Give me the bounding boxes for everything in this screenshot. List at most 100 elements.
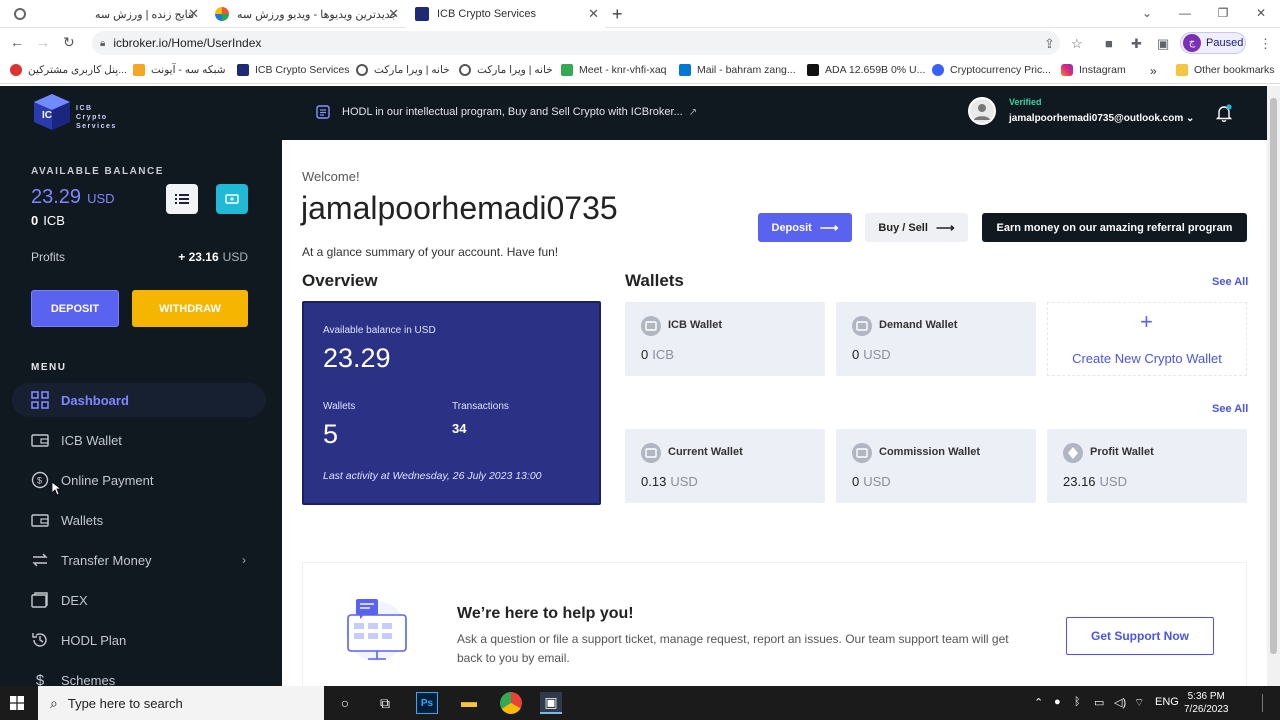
list-view-button[interactable] xyxy=(166,184,198,214)
deposit-button[interactable]: Deposit ⟶ xyxy=(758,213,852,242)
user-avatar[interactable] xyxy=(968,97,996,125)
wallet-view-button[interactable] xyxy=(216,184,248,214)
sidebar-item-hodl-plan[interactable]: HODL Plan xyxy=(12,623,266,657)
page-title: jamalpoorhemadi0735 xyxy=(301,190,618,226)
wallet-card-icb[interactable]: ICB Wallet 0 ICB xyxy=(625,302,825,376)
bookmark-item[interactable]: خانه | ویرا مارکت xyxy=(356,64,450,76)
sidebar-item-dashboard[interactable]: Dashboard xyxy=(12,383,266,417)
sidebar-item-wallets[interactable]: Wallets xyxy=(12,503,266,537)
wallet-name: Profit Wallet xyxy=(1090,446,1154,458)
bookmark-item[interactable]: ADA 12.659B 0% U... xyxy=(807,64,925,76)
microphone-icon[interactable]: ● xyxy=(1054,696,1061,708)
maximize-icon[interactable]: ❐ xyxy=(1204,0,1242,28)
tab-search-icon[interactable]: ⌄ xyxy=(1128,0,1166,28)
bluetooth-icon[interactable]: ᛒ xyxy=(1074,696,1081,708)
wallet-card-current[interactable]: Current Wallet 0.13 USD xyxy=(625,429,825,503)
back-icon[interactable]: ← xyxy=(10,34,24,50)
close-tab-icon[interactable]: ✕ xyxy=(388,6,399,22)
url-text: icbroker.io/Home/UserIndex xyxy=(113,36,262,50)
new-tab-button[interactable]: + xyxy=(612,0,632,28)
network-icon[interactable]: ⌔ xyxy=(1134,696,1144,710)
tray-chevron-up-icon[interactable]: ⌃ xyxy=(1034,696,1043,709)
show-desktop-button[interactable] xyxy=(1262,694,1272,712)
notice-banner[interactable]: HODL in our intellectual program, Buy an… xyxy=(316,105,697,119)
transfer-arrows-icon xyxy=(31,551,49,569)
other-bookmarks[interactable]: Other bookmarks xyxy=(1176,64,1275,76)
battery-icon[interactable]: ▭ xyxy=(1094,696,1104,709)
wallet-name: Commission Wallet xyxy=(879,446,981,458)
photoshop-icon[interactable]: Ps xyxy=(416,692,438,714)
taskbar-search-box[interactable]: ⌕ Type here to search xyxy=(38,686,324,720)
bookmark-item[interactable]: خانه | ویرا مارکت xyxy=(459,64,553,76)
browser-tab-3[interactable]: ICB Crypto Services ✕ xyxy=(405,0,605,28)
page-scrollbar[interactable] xyxy=(1267,86,1280,686)
scrollbar-thumb[interactable] xyxy=(1270,98,1277,654)
browser-tab-1[interactable]: نتایج زنده | ورزش سه ✕ xyxy=(0,0,205,28)
volume-icon[interactable]: ◁) xyxy=(1114,696,1126,709)
bookmark-item[interactable]: Mail - bahram zang... xyxy=(679,64,796,76)
icb-logo[interactable]: IC ICB Crypto Services xyxy=(30,94,140,142)
welcome-text: Welcome! xyxy=(302,169,360,184)
reload-icon[interactable]: ↻ xyxy=(63,34,75,51)
browser-tab-title: جدیدترین ویدیوها - ویدیو ورزش سه xyxy=(237,8,398,21)
browser-menu-icon[interactable]: ⋮ xyxy=(1259,36,1272,52)
wallet-balance-value: 0 xyxy=(641,347,649,362)
extension-icon[interactable]: ■ xyxy=(1105,36,1113,51)
chrome-icon[interactable] xyxy=(500,692,522,714)
more-bookmarks-icon[interactable]: » xyxy=(1150,64,1157,78)
bookmark-favicon-icon xyxy=(237,64,249,76)
bookmark-item[interactable]: شبکه سه - آیونت xyxy=(133,64,226,76)
task-view-icon[interactable]: ⧉ xyxy=(374,692,396,714)
referral-button[interactable]: Earn money on our amazing referral progr… xyxy=(982,213,1247,242)
plus-icon: + xyxy=(1140,309,1153,334)
sidebar-withdraw-button[interactable]: WITHDRAW xyxy=(132,290,248,327)
get-support-button[interactable]: Get Support Now xyxy=(1066,617,1214,655)
support-title: We’re here to help you! xyxy=(457,605,634,622)
sidebar-item-transfer-money[interactable]: Transfer Money › xyxy=(12,543,266,577)
wallet-card-demand[interactable]: Demand Wallet 0 USD xyxy=(836,302,1036,376)
language-indicator[interactable]: ENG xyxy=(1155,696,1179,708)
wallet-card-profit[interactable]: Profit Wallet 23.16 USD xyxy=(1047,429,1247,503)
wallet-icon xyxy=(31,431,49,449)
cortana-icon[interactable]: ○ xyxy=(334,692,356,714)
close-window-icon[interactable]: ✕ xyxy=(1242,0,1280,28)
active-app-icon[interactable]: ▣ xyxy=(540,692,562,714)
forward-icon[interactable]: → xyxy=(36,34,50,50)
bookmark-star-icon[interactable]: ☆ xyxy=(1071,36,1083,52)
bookmark-item[interactable]: Instagram xyxy=(1061,64,1126,76)
wallet-card-commission[interactable]: Commission Wallet 0 USD xyxy=(836,429,1036,503)
side-panel-icon[interactable]: ▣ xyxy=(1157,36,1169,52)
extensions-puzzle-icon[interactable]: ✚ xyxy=(1131,36,1142,52)
see-all-link[interactable]: See All xyxy=(1212,403,1248,415)
bookmark-item[interactable]: پنل کاربری مشترکین... xyxy=(10,64,127,76)
wallet-balance-value: 0 xyxy=(852,347,860,362)
browser-tab-2[interactable]: جدیدترین ویدیوها - ویدیو ورزش سه ✕ xyxy=(205,0,405,28)
windows-start-icon[interactable] xyxy=(10,696,24,710)
minimize-icon[interactable]: — xyxy=(1166,0,1204,28)
bookmark-item[interactable]: ICB Crypto Services xyxy=(237,64,350,76)
file-explorer-icon[interactable]: ▬ xyxy=(458,692,480,714)
sidebar-item-online-payment[interactable]: $ Online Payment xyxy=(12,463,266,497)
see-all-link[interactable]: See All xyxy=(1212,276,1248,288)
overview-heading: Overview xyxy=(302,271,378,290)
sidebar-item-dex[interactable]: DEX xyxy=(12,583,266,617)
taskbar-clock[interactable]: 5:36 PM 7/26/2023 xyxy=(1184,690,1229,716)
create-wallet-card[interactable]: + Create New Crypto Wallet xyxy=(1047,302,1247,376)
user-email-dropdown[interactable]: jamalpoorhemadi0735@outlook.com ⌄ xyxy=(1009,113,1194,124)
sidebar-item-label: Dashboard xyxy=(61,392,129,408)
sidebar-item-icb-wallet[interactable]: ICB Wallet xyxy=(12,423,266,457)
verified-badge: Verified xyxy=(1009,97,1042,107)
share-icon[interactable]: ⇪ xyxy=(1044,36,1055,52)
menu-heading: MENU xyxy=(31,362,67,373)
buy-sell-button[interactable]: Buy / Sell ⟶ xyxy=(865,213,968,242)
close-tab-icon[interactable]: ✕ xyxy=(188,6,199,22)
support-description: Ask a question or file a support ticket,… xyxy=(457,632,1009,665)
bookmark-item[interactable]: Cryptocurrency Pric... xyxy=(932,64,1051,76)
profile-button[interactable]: ج Paused xyxy=(1180,32,1246,54)
bookmark-label: Other bookmarks xyxy=(1194,64,1275,76)
url-field[interactable]: 🔒︎ icbroker.io/Home/UserIndex xyxy=(92,31,1060,55)
notification-bell-icon[interactable] xyxy=(1215,104,1233,122)
sidebar-deposit-button[interactable]: DEPOSIT xyxy=(31,290,119,327)
close-tab-icon[interactable]: ✕ xyxy=(588,6,599,22)
bookmark-item[interactable]: Meet - knr-vhfi-xaq xyxy=(561,64,667,76)
